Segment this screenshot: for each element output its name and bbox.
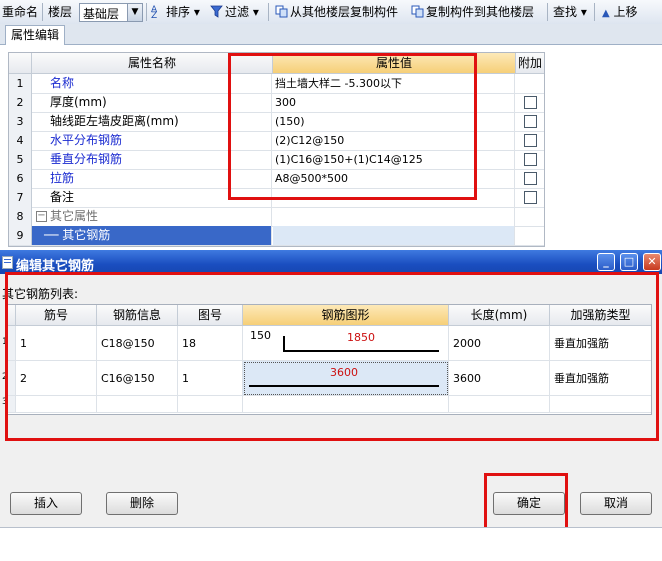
- extra-checkbox[interactable]: [524, 134, 537, 147]
- extra-cell: [516, 74, 544, 93]
- copy-to-floor-button[interactable]: 复制构件到其他楼层: [411, 4, 534, 20]
- extra-cell: [516, 131, 544, 150]
- floor-select-value: 基础层: [83, 7, 120, 21]
- move-up-label: 上移: [613, 5, 638, 19]
- table-row-selected[interactable]: 9 ── 其它钢筋: [9, 226, 544, 246]
- filter-button[interactable]: 过滤 ▾: [210, 4, 259, 20]
- row-number: 4: [9, 131, 32, 150]
- row-number: 8: [9, 207, 32, 226]
- minimize-button[interactable]: _: [597, 253, 615, 271]
- extra-checkbox[interactable]: [524, 115, 537, 128]
- highlight-box: [484, 473, 568, 533]
- extra-cell: [516, 226, 544, 245]
- floor-label: 楼层: [48, 5, 73, 19]
- cancel-button[interactable]: 取消: [580, 492, 652, 515]
- toolbar-separator: [594, 3, 595, 21]
- extra-cell: [516, 188, 544, 207]
- row-number: 6: [9, 169, 32, 188]
- filter-label: 过滤: [225, 5, 250, 19]
- extra-cell: [516, 150, 544, 169]
- copy-icon: [411, 5, 424, 18]
- extra-header[interactable]: 附加: [516, 53, 544, 74]
- dialog-title-bar[interactable]: [0, 250, 662, 274]
- extra-cell: [516, 112, 544, 131]
- toolbar-separator: [42, 3, 43, 21]
- toolbar-separator: [547, 3, 548, 21]
- arrow-up-icon: ▲: [602, 8, 610, 19]
- extra-cell: [516, 93, 544, 112]
- window-icon: [2, 256, 13, 269]
- property-group-name: − 其它属性: [32, 207, 272, 226]
- find-button[interactable]: 查找 ▾: [553, 4, 587, 20]
- extra-checkbox[interactable]: [524, 96, 537, 109]
- sort-button[interactable]: A Z 排序 ▾: [151, 4, 200, 21]
- row-number: 5: [9, 150, 32, 169]
- row-number: 7: [9, 188, 32, 207]
- highlight-box: [228, 53, 477, 200]
- insert-button[interactable]: 插入: [10, 492, 82, 515]
- table-row[interactable]: 8 − 其它属性: [9, 207, 544, 227]
- row-number: 9: [9, 226, 32, 245]
- highlight-box: [5, 272, 659, 441]
- copy-icon: [275, 5, 288, 18]
- floor-select[interactable]: 基础层 ▼: [79, 3, 143, 22]
- sort-icon: AZ: [151, 5, 158, 21]
- collapse-icon[interactable]: −: [36, 211, 47, 222]
- toolbar-separator: [146, 3, 147, 21]
- extra-cell: [516, 169, 544, 188]
- row-number-header: [9, 53, 32, 74]
- chevron-down-icon[interactable]: ▼: [127, 4, 142, 21]
- toolbar-separator: [268, 3, 269, 21]
- sort-label: 排序: [166, 5, 191, 19]
- extra-checkbox[interactable]: [524, 191, 537, 204]
- copy-from-floor-button[interactable]: 从其他楼层复制构件: [275, 4, 398, 20]
- extra-checkbox[interactable]: [524, 172, 537, 185]
- property-group-label: 其它属性: [50, 209, 99, 223]
- status-strip: [0, 527, 662, 561]
- property-name-label: 其它钢筋: [62, 228, 111, 242]
- filter-icon: [210, 5, 223, 18]
- rename-button[interactable]: 重命名: [2, 4, 38, 20]
- tab-property-edit[interactable]: 属性编辑: [5, 25, 65, 45]
- row-number: 1: [9, 74, 32, 93]
- extra-cell: [516, 207, 544, 226]
- maximize-button[interactable]: □: [620, 253, 638, 271]
- property-name: ── 其它钢筋: [32, 226, 272, 245]
- find-label: 查找: [553, 5, 578, 19]
- tree-line-icon: ──: [44, 228, 59, 242]
- panel-tab-bar: [0, 24, 662, 45]
- copy-from-floor-label: 从其他楼层复制构件: [290, 5, 399, 19]
- close-button[interactable]: ✕: [643, 253, 661, 271]
- property-value: [273, 207, 515, 226]
- move-up-button[interactable]: ▲ 上移: [602, 4, 638, 20]
- copy-to-floor-label: 复制构件到其他楼层: [426, 5, 535, 19]
- delete-button[interactable]: 删除: [106, 492, 178, 515]
- toolbar: 重命名 楼层 基础层 ▼ A Z 排序 ▾ 过滤 ▾ 从其他楼层复制构件 复制构件到…: [0, 0, 662, 25]
- extra-checkbox[interactable]: [524, 153, 537, 166]
- row-number: 3: [9, 112, 32, 131]
- row-number: 2: [9, 93, 32, 112]
- property-value[interactable]: [273, 226, 515, 245]
